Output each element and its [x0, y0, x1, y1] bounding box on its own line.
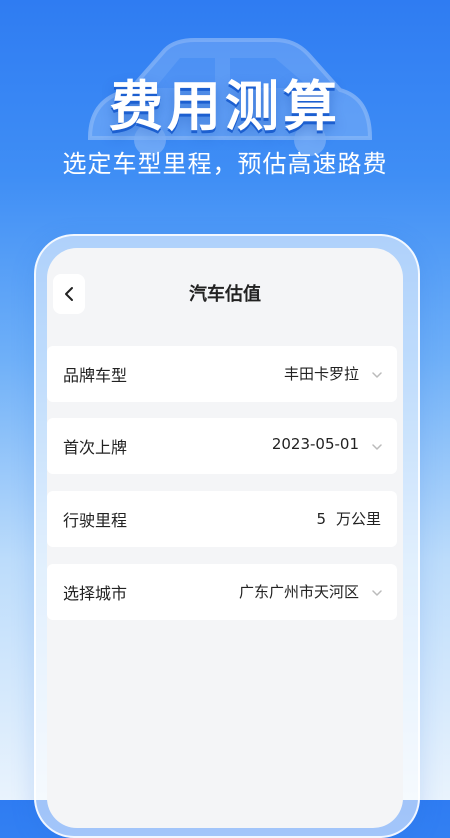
- first-registration-value: 2023-05-01: [271, 435, 359, 453]
- mileage-field[interactable]: 5 万公里: [316, 508, 381, 529]
- brand-model-row[interactable]: 品牌车型 丰田卡罗拉: [47, 346, 397, 402]
- brand-model-value: 丰田卡罗拉: [283, 365, 359, 383]
- nav-bar: 汽车估值: [47, 266, 403, 322]
- city-row[interactable]: 选择城市 广东广州市天河区: [47, 564, 397, 620]
- mileage-label: 行驶里程: [63, 511, 128, 530]
- mileage-row[interactable]: 行驶里程 5 万公里: [47, 491, 397, 547]
- mileage-unit: 万公里: [335, 510, 381, 528]
- first-registration-row[interactable]: 首次上牌 2023-05-01: [47, 418, 397, 474]
- chevron-down-icon: [372, 372, 382, 378]
- chevron-down-icon: [372, 590, 382, 596]
- app-screen: 汽车估值 品牌车型 丰田卡罗拉 首次上牌 2023-05-01 行驶里程 5 万公…: [47, 248, 403, 828]
- hero-title: 费用测算: [109, 75, 341, 138]
- page-title: 汽车估值: [189, 284, 261, 305]
- city-value: 广东广州市天河区: [238, 583, 359, 601]
- first-registration-label: 首次上牌: [63, 438, 128, 457]
- hero-subtitle: 选定车型里程，预估高速路费: [62, 150, 388, 178]
- mileage-value: 5: [316, 510, 326, 528]
- brand-model-label: 品牌车型: [63, 366, 128, 385]
- city-label: 选择城市: [63, 584, 128, 603]
- chevron-down-icon: [372, 444, 382, 450]
